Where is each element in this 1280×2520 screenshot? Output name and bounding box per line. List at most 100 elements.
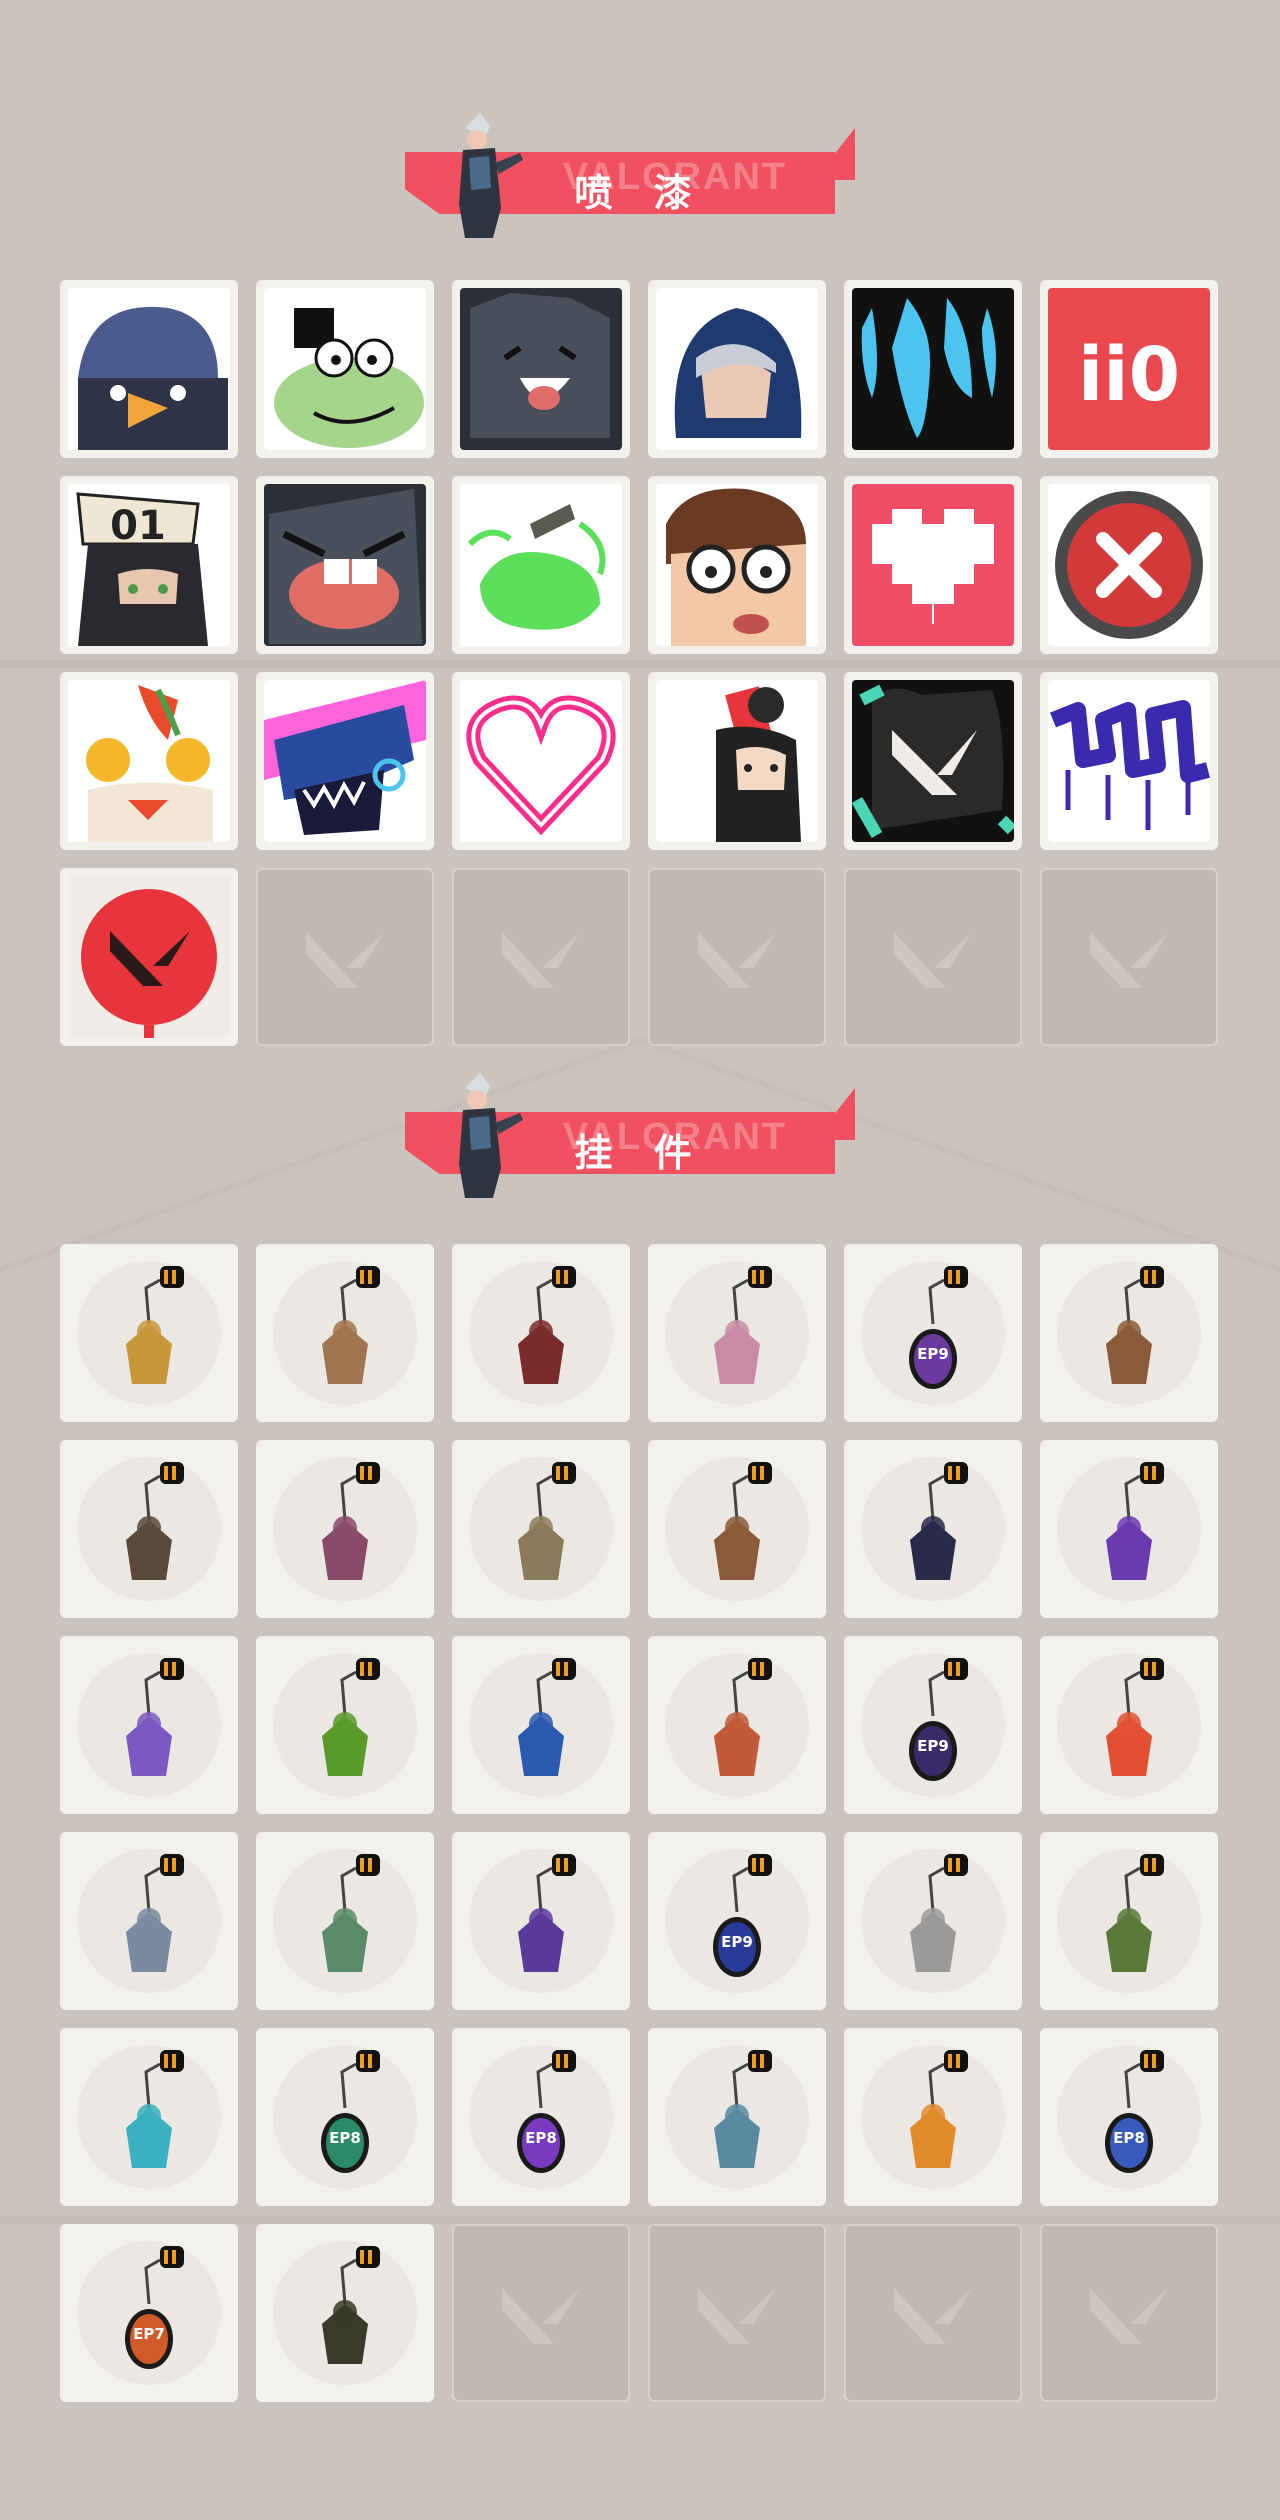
ep7-buddy[interactable]: EP7 (60, 2224, 238, 2402)
neon-heart-spray[interactable] (452, 672, 630, 850)
buddy-charm-icon (452, 1636, 630, 1814)
buddy-charm-icon: EP8 (1040, 2028, 1218, 2206)
diamond-tag-buddy[interactable] (844, 1832, 1022, 2010)
graffiti-icon (1048, 680, 1210, 842)
ii0-spray[interactable]: ii0 (1040, 280, 1218, 458)
x-button-spray[interactable] (1040, 476, 1218, 654)
ep9-act1-buddy[interactable]: EP9 (844, 1636, 1022, 1814)
blue-blade-buddy[interactable] (60, 2028, 238, 2206)
valorant-logo-icon (852, 680, 1014, 842)
crying-cat-spray[interactable] (256, 476, 434, 654)
ep8-purple-buddy[interactable]: EP8 (452, 2028, 630, 2206)
frog-spray[interactable] (256, 280, 434, 458)
lion-dance-spray[interactable] (60, 672, 238, 850)
penguin-spray[interactable] (60, 280, 238, 458)
shark-spray[interactable] (256, 672, 434, 850)
coffee-maker-buddy[interactable] (256, 1832, 434, 2010)
braided-strap-buddy[interactable] (452, 1244, 630, 1422)
purple-canister-buddy[interactable] (452, 1832, 630, 2010)
svg-text:EP8: EP8 (1113, 2129, 1145, 2147)
purple-crystal-buddy[interactable] (1040, 1440, 1218, 1618)
buddy-charm-icon: EP8 (256, 2028, 434, 2206)
valorant-placeholder-icon (1042, 870, 1216, 1044)
buddy-charm-icon (1040, 1440, 1218, 1618)
valorant-splat-spray[interactable] (844, 672, 1022, 850)
pixel-heart-spray[interactable] (844, 476, 1022, 654)
green-mask-buddy[interactable] (1040, 1832, 1218, 2010)
buddy-charm-icon (648, 1244, 826, 1422)
sticker-agent-buddy[interactable] (60, 1832, 238, 2010)
agent-01-spray[interactable]: 01 (60, 476, 238, 654)
empty-slot (1040, 868, 1218, 1046)
glasses-icon (656, 484, 818, 646)
svg-text:EP8: EP8 (525, 2129, 557, 2147)
agent-figure-buddy[interactable] (256, 1440, 434, 1618)
astronaut-buddy[interactable] (452, 1636, 630, 1814)
buddy-charm-icon (60, 1636, 238, 1814)
ep9-act3-buddy[interactable]: EP9 (648, 1832, 826, 2010)
buddy-charm-icon: EP9 (844, 1636, 1022, 1814)
valorant-placeholder-icon (1042, 2226, 1216, 2400)
valorant-placeholder-icon (454, 2226, 628, 2400)
buddy-charm-icon (60, 1832, 238, 2010)
weapon-case-buddy[interactable] (60, 1440, 238, 1618)
empty-slot (648, 868, 826, 1046)
buddy-charm-icon (256, 1244, 434, 1422)
valorant-black-buddy[interactable] (256, 2224, 434, 2402)
green-slime-spray[interactable] (452, 476, 630, 654)
empty-slot (1040, 2224, 1218, 2402)
tassel-creature-buddy[interactable] (844, 1440, 1022, 1618)
glasses-guy-spray[interactable] (648, 476, 826, 654)
buddy-charm-icon (648, 1636, 826, 1814)
ep8-blue-buddy[interactable]: EP8 (1040, 2028, 1218, 2206)
fruit-skewer-buddy[interactable] (1040, 1636, 1218, 1814)
empty-slot (256, 868, 434, 1046)
buddy-charm-icon (452, 1440, 630, 1618)
valorant-placeholder-icon (258, 870, 432, 1044)
gold-tiger-buddy[interactable] (60, 1244, 238, 1422)
buddy-charm-icon (648, 1440, 826, 1618)
cupcake-buddy[interactable] (648, 1244, 826, 1422)
ep9-act2-buddy[interactable]: EP9 (844, 1244, 1022, 1422)
agent-portrait-icon (459, 113, 523, 238)
sprays-title: 喷 漆 (574, 171, 706, 215)
buddy-charm-icon: EP8 (452, 2028, 630, 2206)
svg-text:EP9: EP9 (917, 1737, 949, 1755)
green-pager-buddy[interactable] (256, 1636, 434, 1814)
close-icon (1048, 484, 1210, 646)
buddy-charm-icon (60, 2028, 238, 2206)
buddy-charm-icon (60, 1440, 238, 1618)
crate-cat-buddy[interactable] (648, 1440, 826, 1618)
buddy-charm-icon (256, 1832, 434, 2010)
empty-slot (452, 2224, 630, 2402)
lava-lamp-buddy[interactable] (60, 1636, 238, 1814)
slime-icon (460, 484, 622, 646)
buddies-title: 挂 件 (574, 1131, 706, 1175)
cat-laugh-spray[interactable] (452, 280, 630, 458)
graffiti-tag-spray[interactable] (1040, 672, 1218, 850)
buddies-banner: VALORANT 挂 件 (395, 1070, 855, 1198)
empty-slot (452, 868, 630, 1046)
ii0-icon: ii0 (1048, 288, 1210, 450)
lion-icon (68, 680, 230, 842)
buddy-charm-icon (844, 1440, 1022, 1618)
crying-cat-icon (264, 484, 426, 646)
red-card-spray[interactable] (648, 672, 826, 850)
radio-buddy[interactable] (648, 1636, 826, 1814)
hooded-agent-spray[interactable] (648, 280, 826, 458)
boxing-bear-buddy[interactable] (1040, 1244, 1218, 1422)
ufo-buddy[interactable] (648, 2028, 826, 2206)
buddy-charm-icon (256, 1440, 434, 1618)
red-valorant-spray[interactable] (60, 868, 238, 1046)
penguin-icon (68, 288, 230, 450)
ep8-green-buddy[interactable]: EP8 (256, 2028, 434, 2206)
robot-hat-buddy[interactable] (452, 1440, 630, 1618)
sandwich-buddy[interactable] (256, 1244, 434, 1422)
buddy-charm-icon: EP7 (60, 2224, 238, 2402)
valorant-placeholder-icon (454, 870, 628, 1044)
hooded-agent-icon (656, 288, 818, 450)
buddy-charm-icon (1040, 1832, 1218, 2010)
cat-icon (460, 288, 622, 450)
orange-lion-buddy[interactable] (844, 2028, 1022, 2206)
blue-drip-spray[interactable] (844, 280, 1022, 458)
